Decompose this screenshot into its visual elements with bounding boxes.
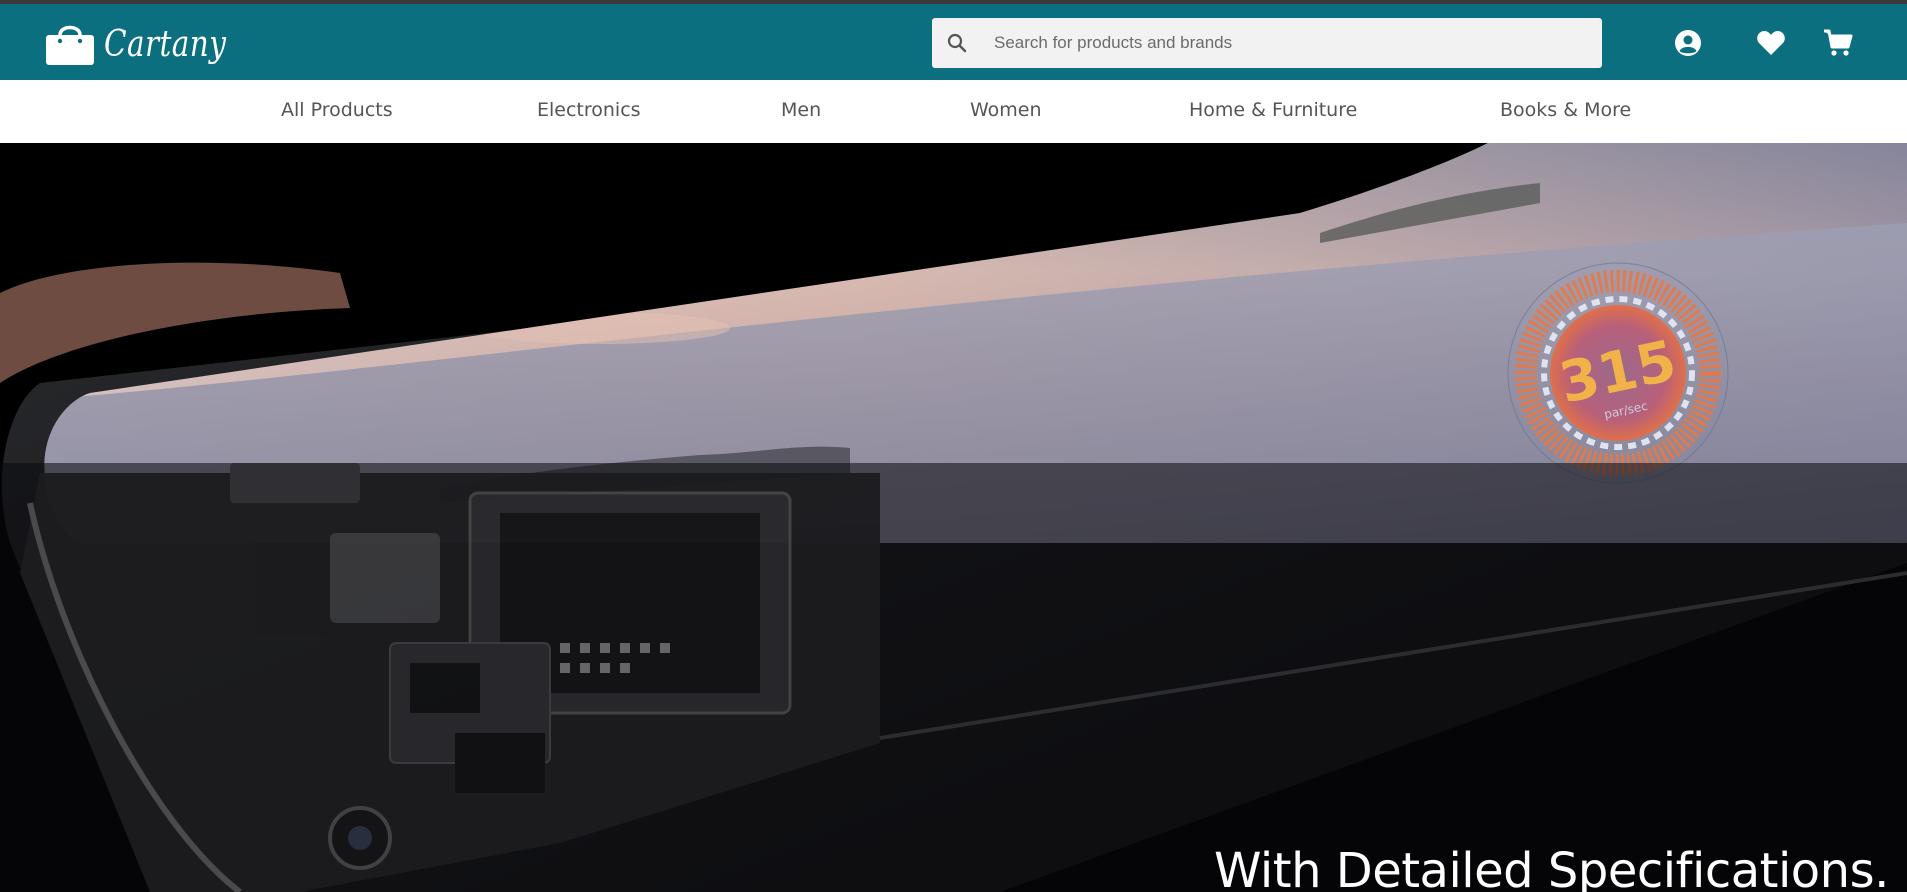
nav-item-men[interactable]: Men (781, 80, 821, 143)
nav-item-electronics[interactable]: Electronics (537, 80, 641, 143)
hero-banner: 315 par/sec With Detailed Specifications… (0, 143, 1907, 892)
search-icon[interactable] (932, 33, 982, 53)
nav-item-home-furniture[interactable]: Home & Furniture (1189, 80, 1357, 143)
site-header: Cartany (0, 4, 1907, 80)
shopping-bag-icon (46, 25, 94, 65)
brand-name: Cartany (104, 23, 227, 65)
nav-item-all-products[interactable]: All Products (281, 80, 393, 143)
hero-phone-image: 315 par/sec (0, 143, 1907, 892)
nav-item-women[interactable]: Women (970, 80, 1042, 143)
wishlist-heart-icon[interactable] (1756, 28, 1786, 58)
brand-logo[interactable]: Cartany (44, 14, 253, 74)
nav-item-books-more[interactable]: Books & More (1500, 80, 1631, 143)
search-bar (932, 18, 1602, 68)
account-icon[interactable] (1673, 28, 1703, 58)
search-input[interactable] (982, 22, 1596, 64)
category-nav: All Products Electronics Men Women Home … (0, 80, 1907, 143)
hero-headline: With Detailed Specifications. (1214, 843, 1889, 892)
cart-icon[interactable] (1823, 28, 1853, 58)
